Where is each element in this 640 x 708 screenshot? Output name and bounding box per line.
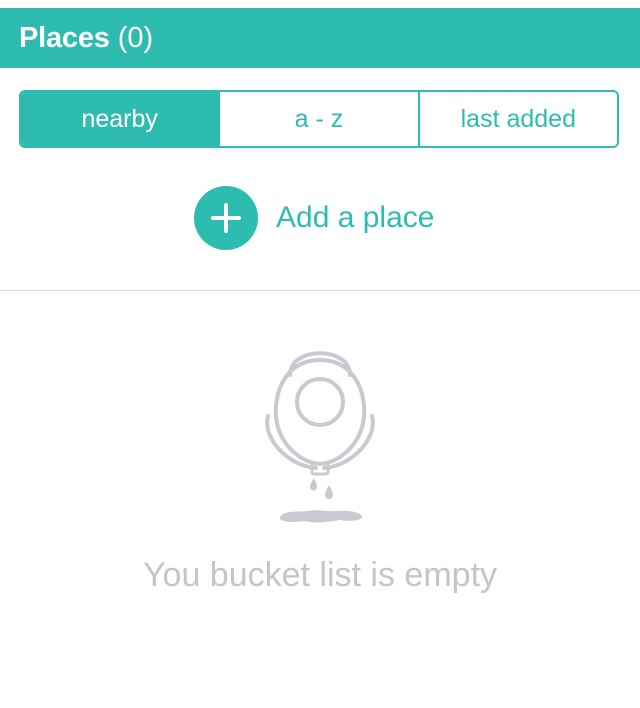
add-place-label[interactable]: Add a place [276,201,434,235]
tab-nearby[interactable]: nearby [21,92,219,146]
add-place-button[interactable]: Add a place [194,186,434,250]
sort-tabs: nearby a - z last added [19,90,619,148]
places-header: Places (0) [0,8,640,68]
tab-a-z[interactable]: a - z [218,92,418,146]
tab-last-added-label: last added [460,104,576,133]
empty-state-message: You bucket list is empty [142,556,498,594]
tab-nearby-label: nearby [81,104,158,133]
places-count: (0) [117,21,154,54]
plus-icon[interactable] [194,186,258,250]
tab-a-z-label: a - z [294,104,344,133]
leaking-bucket-icon [265,351,375,523]
top-strip [0,0,640,8]
header-title: Places [19,21,110,54]
divider [0,290,640,291]
tab-last-added[interactable]: last added [417,92,617,146]
